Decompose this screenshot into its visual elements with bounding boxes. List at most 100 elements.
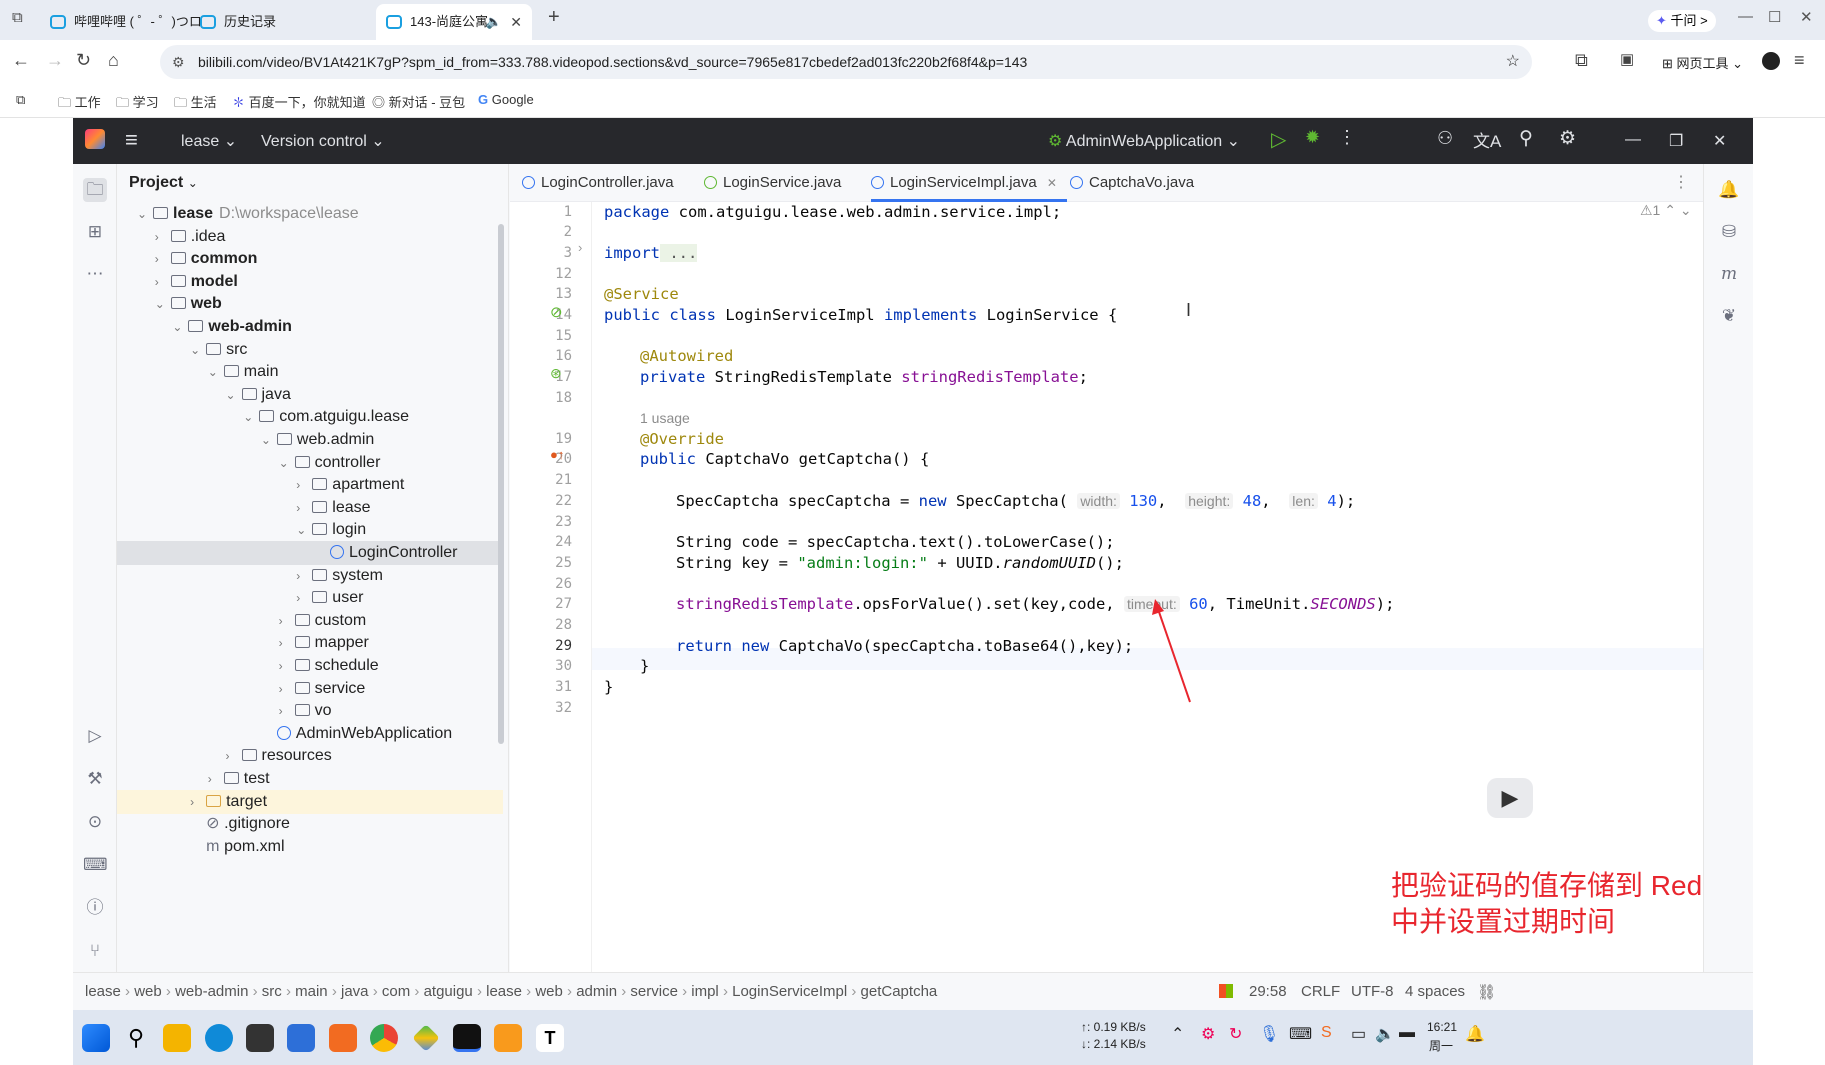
avatar[interactable]: [1762, 52, 1780, 70]
tree-item[interactable]: ⌄ web: [117, 292, 503, 316]
tree-item[interactable]: ⌄ controller: [117, 451, 503, 475]
tree-item[interactable]: ⌄ com.atguigu.lease: [117, 405, 503, 429]
chevron-down-icon[interactable]: ⌄: [208, 360, 224, 384]
volume-icon[interactable]: 🔈: [1375, 1024, 1395, 1044]
tree-item[interactable]: AdminWebApplication: [117, 722, 503, 746]
ime-icon[interactable]: ⌨: [1289, 1024, 1312, 1044]
web-tools-button[interactable]: ⊞ 网页工具 ⌄: [1662, 53, 1743, 72]
battery-icon[interactable]: ▬: [1399, 1024, 1415, 1042]
microphone-icon[interactable]: 🎙: [1259, 1024, 1279, 1044]
tree-item[interactable]: › lease: [117, 496, 503, 520]
clock-day[interactable]: 周一: [1429, 1037, 1453, 1054]
tree-item[interactable]: ⌄ lease D:\workspace\lease: [117, 202, 503, 226]
maven-icon[interactable]: m: [1717, 262, 1741, 286]
chevron-right-icon[interactable]: ›: [190, 790, 206, 814]
chevron-right-icon[interactable]: ›: [296, 564, 312, 588]
tree-scrollbar[interactable]: [498, 224, 504, 744]
bean-gutter-icon[interactable]: ⊛: [550, 365, 562, 382]
folded-imports[interactable]: ...: [660, 244, 698, 262]
chevron-down-icon[interactable]: ⌄: [137, 202, 153, 226]
bookmark-doubao[interactable]: ◎ 新对话 - 豆包: [372, 92, 465, 111]
tab-login-controller[interactable]: LoginController.java: [522, 164, 674, 202]
chevron-right-icon[interactable]: ›: [155, 270, 171, 294]
project-panel-title[interactable]: Project ⌄: [129, 174, 198, 192]
tree-item[interactable]: › user: [117, 586, 503, 610]
build-tool-icon[interactable]: ⚒: [83, 767, 107, 791]
close-window-icon[interactable]: ✕: [1800, 8, 1813, 26]
tray-sublime-icon[interactable]: S: [1321, 1024, 1332, 1042]
chevron-right-icon[interactable]: ›: [279, 631, 295, 655]
bookmark-study[interactable]: 🗀 学习: [116, 92, 159, 116]
notification-bell-icon[interactable]: 🔔: [1465, 1024, 1485, 1044]
tree-item[interactable]: ⌄ java: [117, 383, 503, 407]
ide-close-icon[interactable]: ✕: [1713, 131, 1726, 151]
tree-item[interactable]: ⌄ web-admin: [117, 315, 503, 339]
breadcrumb-item[interactable]: impl: [691, 983, 719, 1000]
file-explorer-icon[interactable]: [163, 1024, 191, 1052]
spring-icon[interactable]: ❦: [1717, 304, 1741, 328]
chevron-right-icon[interactable]: ›: [279, 677, 295, 701]
bookmark-life[interactable]: 🗀 生活: [174, 92, 217, 116]
file-encoding[interactable]: UTF-8: [1351, 983, 1394, 1000]
sublime-icon[interactable]: [494, 1024, 522, 1052]
edge-icon[interactable]: [205, 1024, 233, 1052]
close-tab-icon[interactable]: ✕: [510, 4, 522, 40]
tree-item[interactable]: › mapper: [117, 631, 503, 655]
override-gutter-icon[interactable]: ●↑: [550, 447, 564, 462]
tree-item[interactable]: › test: [117, 767, 503, 791]
database-icon[interactable]: ⛁: [1717, 220, 1741, 244]
run-tool-icon[interactable]: ▷: [83, 724, 107, 748]
chevron-down-icon[interactable]: ⌄: [226, 383, 242, 407]
chevron-down-icon[interactable]: ⌄: [261, 428, 277, 452]
reload-icon[interactable]: ↻: [76, 50, 91, 71]
app-gem-icon[interactable]: [412, 1024, 440, 1052]
breadcrumb-item[interactable]: main: [295, 983, 328, 1000]
tree-item[interactable]: ⌄ login: [117, 518, 503, 542]
structure-tool-icon[interactable]: ⊞: [83, 220, 107, 244]
chevron-right-icon[interactable]: ›: [279, 609, 295, 633]
clock-time[interactable]: 16:21: [1427, 1020, 1457, 1034]
breadcrumb-item[interactable]: lease: [85, 983, 121, 1000]
intellij-icon[interactable]: [453, 1024, 481, 1052]
tree-item[interactable]: › system: [117, 564, 503, 588]
tree-item[interactable]: › target: [117, 789, 503, 814]
main-menu-icon[interactable]: ≡: [125, 127, 138, 153]
chevron-right-icon[interactable]: ›: [296, 586, 312, 610]
breadcrumb-item[interactable]: lease: [486, 983, 522, 1000]
minimize-icon[interactable]: —: [1738, 8, 1753, 25]
chevron-down-icon[interactable]: ⌄: [172, 315, 188, 339]
maximize-icon[interactable]: ☐: [1768, 8, 1781, 26]
tree-item[interactable]: m pom.xml: [117, 835, 503, 859]
breadcrumb-item[interactable]: atguigu: [424, 983, 473, 1000]
tree-item[interactable]: › service: [117, 677, 503, 701]
chevron-right-icon[interactable]: ›: [279, 699, 295, 723]
caret-position[interactable]: 29:58: [1249, 983, 1287, 1000]
search-everywhere-icon[interactable]: ⚲: [1519, 127, 1533, 150]
home-icon[interactable]: ⌂: [108, 50, 119, 71]
tab-captcha-vo[interactable]: CaptchaVo.java: [1070, 164, 1194, 202]
translate-icon[interactable]: 文A: [1473, 127, 1501, 152]
tree-item[interactable]: › schedule: [117, 654, 503, 678]
screenshot-icon[interactable]: ▣: [1620, 50, 1634, 68]
tree-item[interactable]: ⌄ src: [117, 338, 503, 362]
problems-indicator[interactable]: ⚠1 ⌃ ⌄: [1640, 202, 1692, 219]
fold-icon[interactable]: ›: [578, 240, 582, 255]
breadcrumb-item[interactable]: src: [262, 983, 282, 1000]
breadcrumb-item[interactable]: java: [341, 983, 369, 1000]
bookmark-google[interactable]: G Google: [478, 92, 534, 107]
tree-item[interactable]: › .idea: [117, 225, 503, 249]
network-icon[interactable]: ▭: [1351, 1024, 1366, 1044]
site-info-icon[interactable]: ⚙: [172, 45, 185, 79]
chevron-right-icon[interactable]: ›: [155, 247, 171, 271]
code-with-me-icon[interactable]: ⚇: [1437, 128, 1453, 149]
forward-icon[interactable]: →: [46, 50, 64, 71]
tree-item[interactable]: › apartment: [117, 473, 503, 497]
tree-item[interactable]: ⌄ main: [117, 360, 503, 384]
code-editor[interactable]: 1 2 3 12 13 14 15 16 17 18 19 20 21 22 23 24 25 26 27 28 29 3…: [510, 202, 1703, 972]
settings-icon[interactable]: ⚙: [1559, 127, 1576, 150]
chevron-right-icon[interactable]: ›: [279, 654, 295, 678]
ide-minimize-icon[interactable]: —: [1625, 131, 1641, 149]
tab-actions-icon[interactable]: ⧉: [12, 9, 23, 26]
tray-sync-icon[interactable]: ↻: [1229, 1024, 1242, 1044]
bookmark-star-icon[interactable]: ☆: [1506, 45, 1520, 79]
